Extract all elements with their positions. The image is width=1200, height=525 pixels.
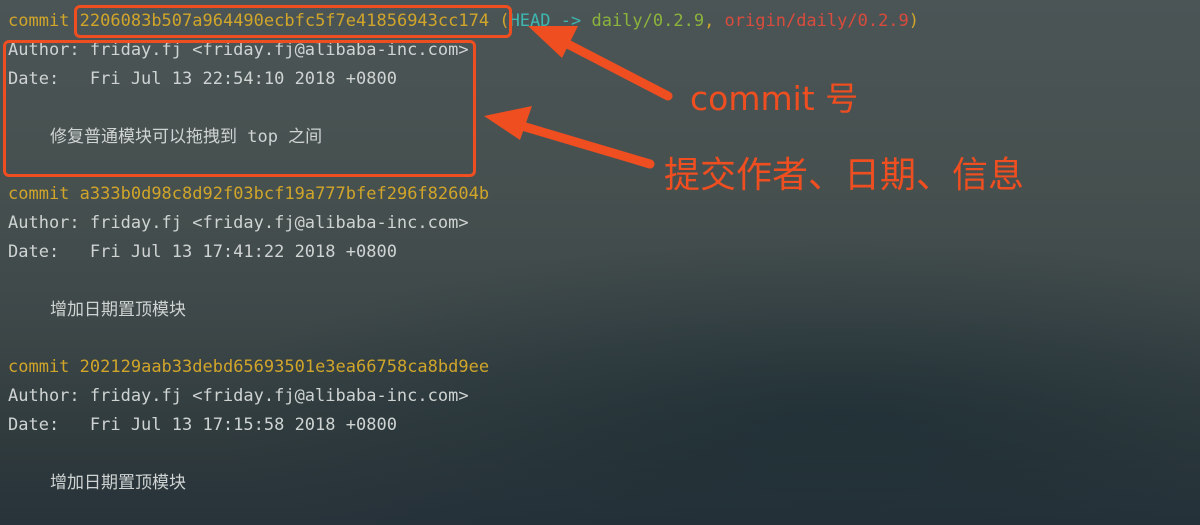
annotation-arrows: [484, 26, 673, 169]
arrow-to-commit-hash: [528, 26, 673, 101]
annotation-author-date-info: 提交作者、日期、信息: [664, 155, 1025, 196]
annotation-commit-number: commit 号: [690, 79, 859, 118]
arrow-to-author-info: [484, 106, 655, 169]
